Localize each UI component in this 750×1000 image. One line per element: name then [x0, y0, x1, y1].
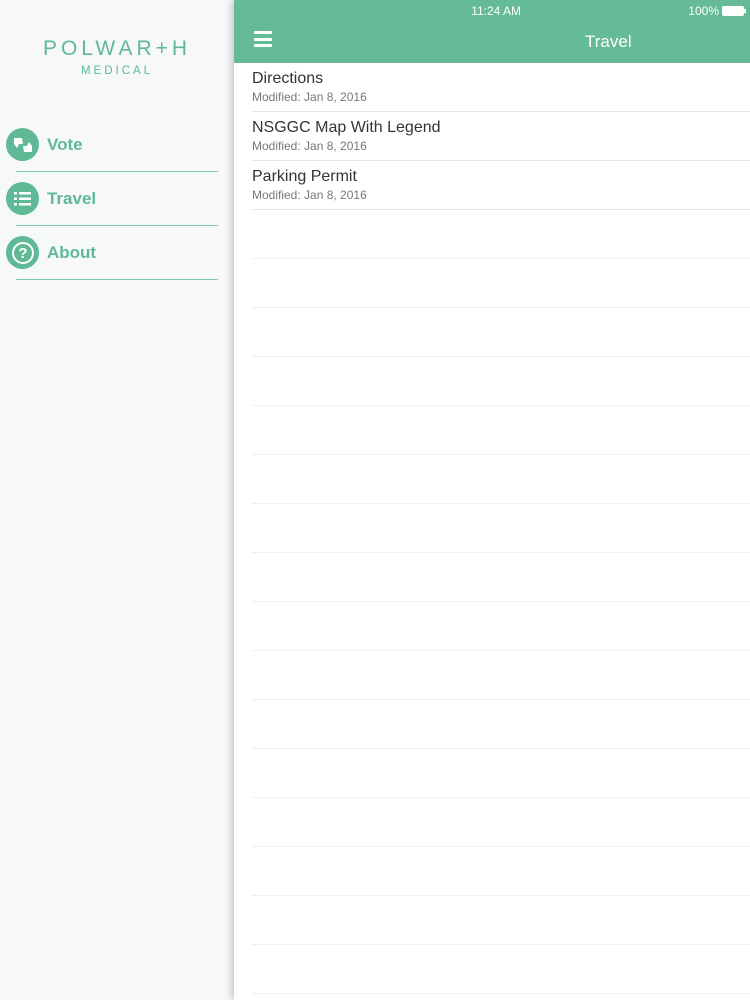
sidebar-nav: Vote Travel ? About [0, 118, 234, 280]
document-title: NSGGC Map With Legend [252, 119, 441, 136]
logo-main-text: POLWAR+H [42, 37, 192, 60]
empty-row [252, 553, 750, 602]
empty-row [252, 798, 750, 847]
logo-sub-text: MEDICAL [80, 65, 154, 77]
list-item[interactable]: NSGGC Map With Legend Modified: Jan 8, 2… [252, 112, 750, 161]
polwarth-logo: POLWAR+H MEDICAL [0, 38, 234, 78]
list-item[interactable]: Parking Permit Modified: Jan 8, 2016 [252, 161, 750, 210]
battery-icon [722, 6, 746, 16]
list-icon [6, 182, 39, 215]
empty-row [252, 259, 750, 308]
empty-row [252, 896, 750, 945]
sidebar-item-label: About [47, 243, 97, 262]
list-item[interactable]: Directions Modified: Jan 8, 2016 [252, 63, 750, 112]
document-list: Directions Modified: Jan 8, 2016 NSGGC M… [234, 63, 750, 994]
empty-row [252, 357, 750, 406]
empty-row [252, 602, 750, 651]
page-title: Travel [585, 32, 632, 51]
sidebar-item-label: Vote [47, 135, 83, 154]
sidebar-item-about[interactable]: ? About [0, 226, 234, 280]
empty-row [252, 651, 750, 700]
hamburger-icon [254, 31, 272, 34]
document-modified: Modified: Jan 8, 2016 [252, 90, 367, 104]
navigation-bar: 11:24 AM 100% Travel [234, 0, 750, 63]
empty-row [252, 945, 750, 994]
question-icon: ? [6, 236, 39, 269]
empty-row [252, 210, 750, 259]
empty-row [252, 455, 750, 504]
empty-row [252, 700, 750, 749]
vote-icon [6, 128, 39, 161]
battery-status: 100% [688, 4, 746, 18]
sidebar: POLWAR+H MEDICAL Vote Travel ? About [0, 0, 234, 1000]
empty-row [252, 308, 750, 357]
empty-row [252, 749, 750, 798]
menu-button[interactable] [254, 31, 272, 47]
sidebar-item-vote[interactable]: Vote [0, 118, 234, 172]
sidebar-item-travel[interactable]: Travel [0, 172, 234, 226]
empty-row [252, 847, 750, 896]
battery-percent: 100% [688, 4, 719, 18]
main-panel: 11:24 AM 100% Travel Directions Modified… [234, 0, 750, 1000]
status-time: 11:24 AM [471, 4, 521, 18]
empty-row [252, 504, 750, 553]
svg-text:?: ? [18, 245, 27, 262]
document-title: Directions [252, 70, 324, 87]
document-modified: Modified: Jan 8, 2016 [252, 139, 367, 153]
document-modified: Modified: Jan 8, 2016 [252, 188, 367, 202]
divider [16, 278, 218, 280]
document-title: Parking Permit [252, 168, 357, 185]
empty-row [252, 406, 750, 455]
sidebar-item-label: Travel [47, 189, 97, 208]
